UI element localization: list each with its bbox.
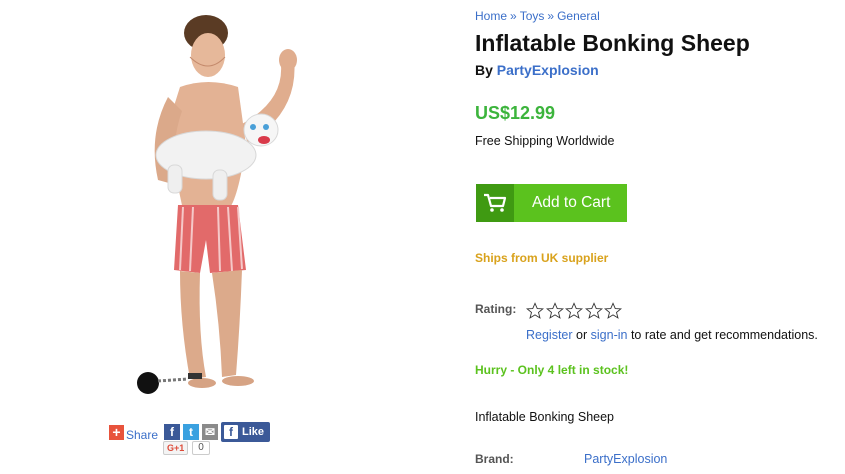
twitter-icon[interactable]: t xyxy=(183,424,200,440)
rate-suffix: to rate and get recommendations. xyxy=(630,328,818,342)
byline: By PartyExplosion xyxy=(475,62,599,78)
email-icon[interactable]: ✉ xyxy=(202,424,219,440)
breadcrumb-toys[interactable]: Toys xyxy=(520,9,545,23)
ships-from-notice: Ships from UK supplier xyxy=(475,251,609,265)
share-bar: + Share f t ✉ f Like xyxy=(109,422,271,442)
brand-label: Brand: xyxy=(475,452,514,466)
add-to-cart-button[interactable]: Add to Cart xyxy=(476,184,627,222)
register-link[interactable]: Register xyxy=(526,328,573,342)
breadcrumb-separator: » xyxy=(510,9,517,23)
breadcrumb-general[interactable]: General xyxy=(557,9,600,23)
share-link[interactable]: Share xyxy=(126,428,158,442)
rating-prompt: Register or sign-in to rate and get reco… xyxy=(526,328,818,342)
share-plus-icon[interactable]: + xyxy=(109,424,124,440)
star-icon[interactable] xyxy=(526,302,544,320)
by-label: By xyxy=(475,62,493,78)
product-title: Inflatable Bonking Sheep xyxy=(475,30,750,56)
product-image[interactable] xyxy=(128,15,318,410)
signin-link[interactable]: sign-in xyxy=(591,328,628,342)
facebook-logo-icon: f xyxy=(224,425,239,439)
cart-icon xyxy=(476,184,514,222)
facebook-like-button[interactable]: f Like xyxy=(221,422,271,442)
stock-notice: Hurry - Only 4 left in stock! xyxy=(475,363,629,377)
rating-stars[interactable] xyxy=(526,302,624,320)
shipping-info: Free Shipping Worldwide xyxy=(475,134,615,148)
breadcrumb-home[interactable]: Home xyxy=(475,9,507,23)
rating-label: Rating: xyxy=(475,302,517,316)
star-icon[interactable] xyxy=(545,302,564,320)
add-to-cart-label: Add to Cart xyxy=(532,194,611,211)
gplus-count: 0 xyxy=(192,441,210,455)
breadcrumb: Home» Toys» General xyxy=(475,9,600,23)
gplus-button[interactable]: G+1 xyxy=(163,441,189,455)
facebook-icon[interactable]: f xyxy=(164,424,181,440)
star-icon[interactable] xyxy=(584,302,603,320)
star-icon[interactable] xyxy=(604,302,622,320)
product-price: US$12.99 xyxy=(475,103,556,123)
or-text: or xyxy=(576,328,588,342)
gplus-bar: G+1 0 xyxy=(163,441,210,455)
brand-link[interactable]: PartyExplosion xyxy=(584,452,667,466)
short-description: Inflatable Bonking Sheep xyxy=(475,410,614,424)
breadcrumb-separator: » xyxy=(547,9,555,23)
star-icon[interactable] xyxy=(565,302,583,320)
like-label: Like xyxy=(242,426,265,438)
seller-link[interactable]: PartyExplosion xyxy=(497,62,599,78)
